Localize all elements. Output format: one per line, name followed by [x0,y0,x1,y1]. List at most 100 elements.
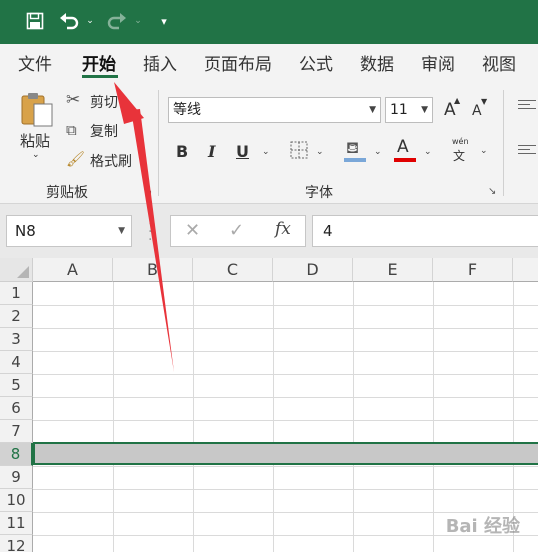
phonetic-char: 文 [453,149,466,163]
save-icon[interactable] [22,8,48,34]
tab-formulas[interactable]: 公式 [299,50,333,75]
font-group-label: 字体 [305,185,333,201]
paste-label: 粘贴 [20,132,51,150]
font-color-bar [394,158,416,162]
borders-button[interactable]: ⌄ [290,141,326,161]
column-header-partial[interactable] [513,258,538,282]
border-grid-icon [290,141,308,159]
grid-line [33,466,538,467]
formula-input[interactable]: 4 [312,215,538,247]
copy-button[interactable]: ⧉ 复制 ⌄ [66,120,146,142]
cut-button[interactable]: ✂ 剪切 [66,90,126,112]
chevron-down-icon[interactable]: ⌄ [480,146,488,156]
font-name-value: 等线 [173,102,201,118]
chevron-down-icon[interactable]: ⌄ [32,150,40,160]
chevron-down-icon[interactable]: ▼ [421,98,428,122]
row-header-1[interactable]: 1 [0,282,33,305]
row-header-8[interactable]: 8 [0,443,33,466]
title-bar: ⌄ ⌄ ▾ [0,0,538,44]
phonetic-pinyin: wén [452,137,469,146]
scissors-icon: ✂ [66,90,81,110]
paint-bucket-icon: ⛾ [346,138,360,157]
row-header-6[interactable]: 6 [0,397,33,420]
column-header-a[interactable]: A [33,258,113,282]
column-header-f[interactable]: F [433,258,513,282]
tab-home[interactable]: 开始 [82,50,116,75]
formula-buttons: ✕ ✓ fx [170,215,306,247]
align-lines-icon[interactable] [518,145,536,154]
font-size-combo[interactable]: 11 ▼ [385,97,433,123]
grid-line [33,420,538,421]
row-header-5[interactable]: 5 [0,374,33,397]
grid-line [33,489,538,490]
chevron-down-icon[interactable]: ⌄ [262,147,270,157]
tab-insert[interactable]: 插入 [143,50,177,75]
dialog-launcher-icon[interactable]: ↘ [144,186,152,197]
chevron-down-icon[interactable]: ⌄ [424,147,432,157]
drag-handle-icon[interactable]: · · · [148,217,152,247]
font-color-letter: A [397,137,409,157]
column-header-e[interactable]: E [353,258,433,282]
font-name-combo[interactable]: 等线 ▼ [168,97,381,123]
watermark: Bai 经验 [445,516,520,537]
row-header-4[interactable]: 4 [0,351,33,374]
redo-icon[interactable] [106,8,128,34]
bold-button[interactable]: B [176,142,188,161]
column-header-b[interactable]: B [113,258,193,282]
undo-dropdown-icon[interactable]: ⌄ [84,8,96,34]
chevron-down-icon[interactable]: ⌄ [316,147,324,157]
chevron-down-icon[interactable]: ▼ [369,98,376,122]
underline-button[interactable]: U [236,142,249,161]
ribbon-tabs: 文件 开始 插入 页面布局 公式 数据 审阅 视图 [0,44,538,80]
format-painter-button[interactable]: 🖌 格式刷 [66,150,146,172]
row-header-7[interactable]: 7 [0,420,33,443]
chevron-down-icon[interactable]: ⌄ [374,147,382,157]
tab-data[interactable]: 数据 [360,50,394,75]
customize-toolbar-icon[interactable]: ▾ [156,8,172,34]
grid-line [33,328,538,329]
copy-icon: ⧉ [66,121,77,139]
caret-down-icon: ▼ [481,97,488,106]
row-header-3[interactable]: 3 [0,328,33,351]
paintbrush-icon: 🖌 [66,150,86,168]
row-header-12[interactable]: 12 [0,535,33,552]
column-header-c[interactable]: C [193,258,273,282]
cancel-icon[interactable]: ✕ [185,220,200,241]
grid-line [33,397,538,398]
redo-dropdown-icon[interactable]: ⌄ [132,8,144,34]
italic-button[interactable]: I [208,142,215,161]
tab-page-layout[interactable]: 页面布局 [204,50,272,75]
fill-color-button[interactable]: ⛾ ⌄ [344,138,384,164]
insert-function-icon[interactable]: fx [275,219,291,239]
clipboard-icon [21,93,53,127]
selected-row-8[interactable] [33,442,538,465]
phonetic-guide-button[interactable]: wén 文 ⌄ [448,137,490,165]
group-divider [158,90,159,196]
paste-button[interactable]: 粘贴 ⌄ [14,88,60,174]
tab-review[interactable]: 审阅 [421,50,455,75]
font-size-value: 11 [390,102,408,118]
enter-check-icon[interactable]: ✓ [229,220,244,241]
chevron-down-icon[interactable]: ▼ [118,216,125,246]
select-all-button[interactable] [0,258,33,282]
row-header-9[interactable]: 9 [0,466,33,489]
align-lines-icon[interactable] [518,100,536,109]
tab-view[interactable]: 视图 [482,50,516,75]
name-box[interactable]: N8 ▼ [6,215,132,247]
row-header-2[interactable]: 2 [0,305,33,328]
grid-line [33,305,538,306]
tab-file[interactable]: 文件 [18,50,52,75]
worksheet-grid[interactable]: A B C D E F 1 2 3 4 5 6 7 8 9 10 11 12 [0,258,538,552]
column-header-d[interactable]: D [273,258,353,282]
cut-label: 剪切 [90,95,118,111]
dialog-launcher-icon[interactable]: ↘ [488,186,496,197]
caret-up-icon: ▲ [454,96,461,105]
grid-line [33,351,538,352]
format-painter-label: 格式刷 [90,154,132,170]
undo-icon[interactable] [58,8,80,34]
chevron-down-icon[interactable]: ⌄ [134,122,142,132]
row-header-10[interactable]: 10 [0,489,33,512]
row-header-11[interactable]: 11 [0,512,33,535]
fill-color-bar [344,158,366,162]
font-color-button[interactable]: A ⌄ [394,137,434,164]
